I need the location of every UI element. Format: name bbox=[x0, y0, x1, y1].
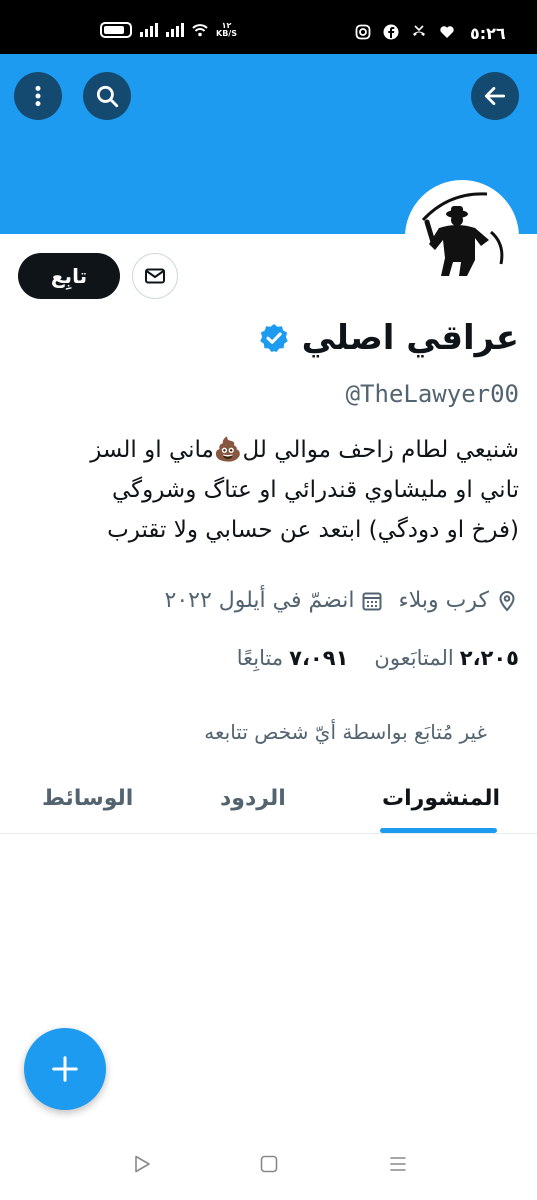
active-tab-indicator bbox=[380, 828, 497, 833]
location-pin-icon bbox=[499, 590, 515, 612]
verified-badge-icon bbox=[259, 324, 288, 352]
user-handle: @TheLawyer00 bbox=[345, 380, 519, 408]
network-speed: ١٢ KB/S bbox=[216, 22, 237, 38]
avatar[interactable] bbox=[405, 180, 519, 294]
nav-back-button[interactable] bbox=[130, 1152, 154, 1176]
location: كرب وبلاء bbox=[398, 588, 519, 613]
tab-replies[interactable]: الردود bbox=[220, 786, 286, 811]
tab-posts[interactable]: المنشورات bbox=[382, 786, 500, 811]
missed-call-icon bbox=[413, 25, 425, 36]
followers-stat[interactable]: ٧،٠٩١ متابِعًا bbox=[237, 646, 349, 670]
message-button[interactable] bbox=[132, 253, 178, 299]
join-date-text: انضمّ في أيلول ٢٠٢٢ bbox=[164, 588, 355, 613]
system-nav-bar bbox=[0, 1130, 537, 1200]
nav-home-button[interactable] bbox=[257, 1152, 281, 1176]
following-stat[interactable]: ٢،٢٠٥ المتابَعون bbox=[374, 646, 519, 670]
followers-label: متابِعًا bbox=[236, 646, 284, 670]
status-bar: ١٢ KB/S ٥:٢٦ bbox=[0, 0, 537, 54]
status-time: ٥:٢٦ bbox=[470, 24, 506, 43]
display-name: عراقي اصلي bbox=[301, 318, 519, 358]
bio-line: تاني او مليشاوي قندرائي او عتاگ وشروگي bbox=[112, 477, 519, 503]
square-home-icon bbox=[260, 1155, 278, 1173]
join-date: انضمّ في أيلول ٢٠٢٢ bbox=[165, 588, 385, 613]
facebook-icon bbox=[383, 24, 399, 40]
name-row: عراقي اصلي bbox=[258, 318, 519, 358]
bio-line: (فرخ او دودگي) ابتعد عن حسابي ولا تقترب bbox=[107, 517, 519, 543]
profile-meta: كرب وبلاء انضمّ في أيلول ٢٠٢٢ bbox=[165, 588, 519, 613]
signal-2-icon bbox=[166, 23, 184, 37]
location-text: كرب وبلاء bbox=[398, 588, 489, 613]
calendar-icon bbox=[362, 592, 382, 610]
back-button[interactable] bbox=[471, 72, 519, 120]
signal-icon bbox=[140, 23, 158, 37]
follow-button[interactable]: تابِع bbox=[18, 253, 120, 299]
menu-lines-icon bbox=[390, 1157, 406, 1171]
search-button[interactable] bbox=[83, 72, 131, 120]
plus-icon bbox=[52, 1056, 78, 1082]
following-count: ٢،٢٠٥ bbox=[459, 646, 519, 670]
more-options-button[interactable] bbox=[14, 72, 62, 120]
bio-line: شنيعي لطام زاحف موالي لل💩ماني او السز bbox=[90, 437, 519, 463]
triangle-back-icon bbox=[135, 1155, 150, 1173]
more-vertical-icon bbox=[35, 85, 41, 107]
notification-icons bbox=[355, 24, 455, 40]
follow-stats: ٢،٢٠٥ المتابَعون ٧،٠٩١ متابِعًا bbox=[237, 646, 519, 670]
followers-count: ٧،٠٩١ bbox=[289, 646, 349, 670]
status-left-icons: ١٢ KB/S bbox=[100, 22, 237, 38]
profile-tabs: المنشورات الردود الوسائط bbox=[0, 770, 537, 834]
following-label: المتابَعون bbox=[374, 646, 454, 670]
network-speed-unit: KB/S bbox=[216, 29, 237, 38]
arrow-right-icon bbox=[484, 87, 506, 105]
battery-icon bbox=[100, 22, 132, 38]
wifi-icon bbox=[192, 24, 208, 37]
nav-recents-button[interactable] bbox=[386, 1152, 410, 1176]
compose-fab-button[interactable] bbox=[24, 1028, 106, 1110]
heart-icon bbox=[440, 26, 454, 38]
instagram-icon bbox=[355, 24, 371, 40]
tab-media[interactable]: الوسائط bbox=[42, 786, 133, 811]
search-icon bbox=[96, 85, 119, 108]
avatar-silhouette-image bbox=[409, 184, 515, 290]
profile-bio: شنيعي لطام زاحف موالي لل💩ماني او السز تا… bbox=[19, 430, 519, 550]
envelope-icon bbox=[145, 268, 165, 284]
not-followed-note: غير مُتابَع بواسطة أيّ شخص تتابعه bbox=[204, 720, 487, 744]
